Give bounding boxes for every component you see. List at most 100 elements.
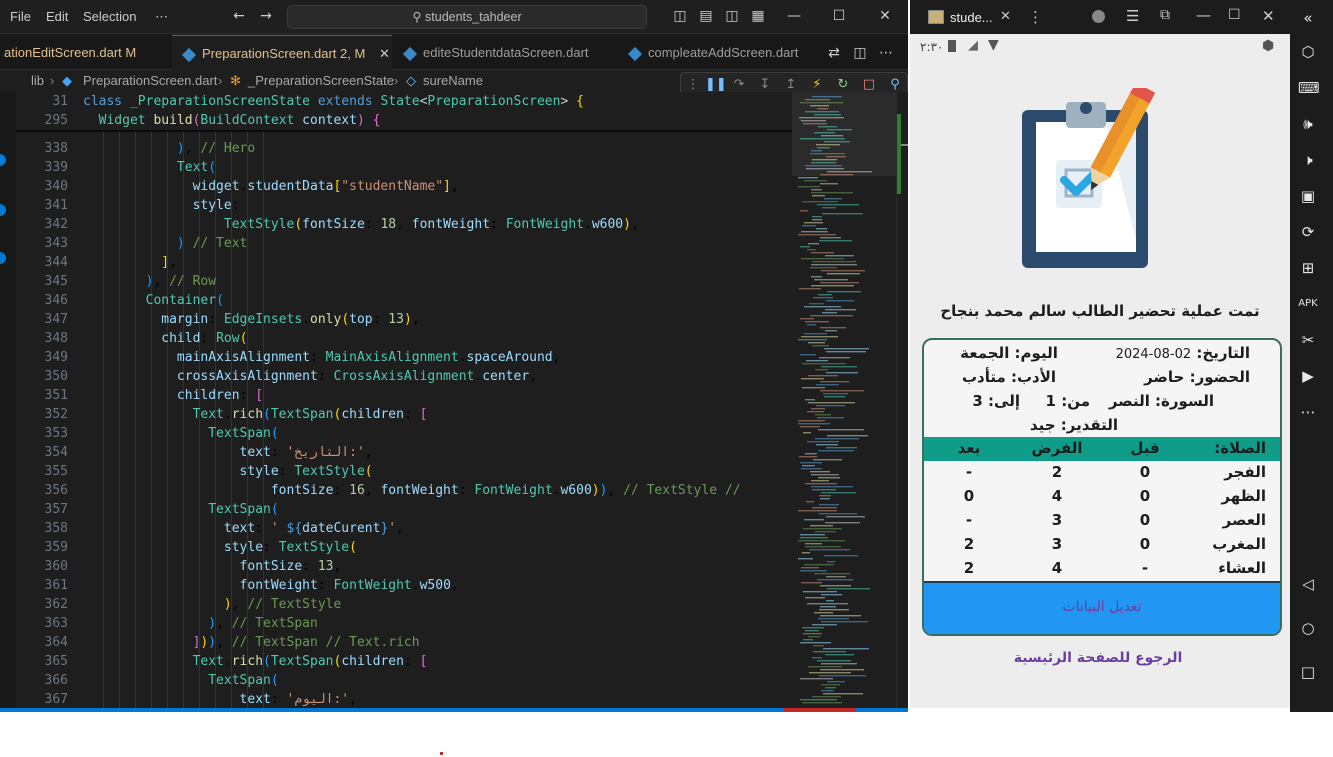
forward-arrow-icon[interactable]: → (258, 8, 274, 24)
search-icon: ⚲ (412, 10, 422, 24)
hamburger-menu-icon[interactable]: ☰ (1126, 7, 1139, 25)
inspect-widget-icon[interactable]: ⚲ (887, 77, 903, 93)
add-screen-icon[interactable]: ⊞ (1298, 258, 1318, 278)
code-line[interactable]: 356 fontSize: 16, fontWeight: FontWeight… (16, 481, 792, 500)
code-line[interactable]: 353 TextSpan( (16, 424, 792, 443)
code-line[interactable]: 341 style: (16, 196, 792, 215)
close-tab-icon[interactable]: ✕ (1000, 9, 1011, 24)
code-line[interactable]: 360 fontSize: 13, (16, 557, 792, 576)
media-icon[interactable]: ▶ (1298, 366, 1318, 386)
recents-nav-icon[interactable]: □ (1298, 662, 1318, 682)
maximize-icon[interactable]: ☐ (831, 8, 847, 24)
more-options-icon[interactable]: ⋯ (1298, 402, 1318, 422)
scissors-icon[interactable]: ✂ (1298, 330, 1318, 350)
code-line[interactable]: 345 ), // Row (16, 272, 792, 291)
tab-compleate-add-screen[interactable]: compleateAddScreen.dart (618, 35, 818, 70)
toggle-primary-sidebar-icon[interactable]: ◫ (672, 8, 688, 24)
back-arrow-icon[interactable]: ← (231, 8, 247, 24)
volume-down-icon[interactable]: 🕨 (1298, 150, 1318, 170)
close-tab-icon[interactable]: ✕ (379, 46, 390, 61)
code-line[interactable]: 358 text: ' ${dateCurent}', (16, 519, 792, 538)
minimap[interactable] (792, 92, 896, 708)
compare-changes-icon[interactable]: ⇄ (826, 45, 842, 61)
after-count: - (965, 463, 973, 481)
menu-selection[interactable]: Selection (83, 9, 136, 24)
breadcrumb-class[interactable]: _PreparationScreenState (248, 70, 394, 92)
code-line[interactable]: 355 style: TextStyle( (16, 462, 792, 481)
code-line[interactable]: 362 ), // TextStyle (16, 595, 792, 614)
breadcrumb-symbol[interactable]: sureName (423, 70, 483, 92)
code-line[interactable]: 338 ), // Hero (16, 139, 792, 158)
apk-install-icon[interactable]: APK (1298, 294, 1318, 314)
tab-edit-screen[interactable]: ationEditScreen.dart M (0, 35, 172, 70)
volume-up-icon[interactable]: 🕪 (1298, 114, 1318, 134)
keyboard-icon[interactable]: ⌨ (1298, 78, 1320, 98)
sticky-scroll-line[interactable]: 295 Widget build(BuildContext context) { (16, 111, 792, 130)
restart-icon[interactable]: ↻ (835, 77, 851, 93)
menu-file[interactable]: File (10, 9, 31, 24)
home-nav-icon[interactable]: ○ (1298, 618, 1318, 638)
code-line[interactable]: 367 text: 'اليوم:', (16, 690, 792, 708)
toggle-panel-icon[interactable]: ▤ (698, 8, 714, 24)
code-line[interactable]: 344 ], (16, 253, 792, 272)
emulator-tab-title[interactable]: stude... (950, 10, 993, 25)
code-line[interactable]: 346 Container( (16, 291, 792, 310)
hot-reload-icon[interactable]: ⚡ (809, 77, 825, 93)
pause-icon[interactable]: ❚❚ (705, 77, 727, 93)
step-over-icon[interactable]: ↷ (731, 77, 747, 93)
close-icon[interactable]: ✕ (1262, 7, 1275, 25)
split-editor-icon[interactable]: ◫ (852, 45, 868, 61)
collapse-sidebar-icon[interactable]: « (1298, 8, 1318, 28)
code-editor[interactable]: 338 ), // Hero 339 Text(340 widget.studen… (16, 92, 792, 708)
account-icon[interactable] (1092, 10, 1105, 23)
tab-preparation-screen[interactable]: PreparationScreen.dart 2, M ✕ (172, 35, 392, 71)
tab-edite-student-data[interactable]: editeStudentdataScreen.dart (393, 35, 617, 70)
editor-scrollbar[interactable] (896, 92, 908, 708)
settings-hex-icon[interactable]: ⬡ (1298, 42, 1318, 62)
code-line[interactable]: 366 TextSpan( (16, 671, 792, 690)
code-line[interactable]: 354 text: 'التاريخ:', (16, 443, 792, 462)
code-line[interactable]: 352 Text.rich(TextSpan(children: [ (16, 405, 792, 424)
code-line[interactable]: 350 crossAxisAlignment: CrossAxisAlignme… (16, 367, 792, 386)
editor-tab-bar: ationEditScreen.dart M PreparationScreen… (0, 35, 908, 71)
close-icon[interactable]: ✕ (877, 8, 893, 24)
sticky-scroll-line[interactable]: 31 class _PreparationScreenState extends … (16, 92, 792, 111)
menu-edit[interactable]: Edit (46, 9, 68, 24)
code-line[interactable]: 339 Text( (16, 158, 792, 177)
minimize-icon[interactable]: — (786, 8, 802, 24)
edit-data-button[interactable]: تعديل البيانات (924, 581, 1280, 634)
menu-more[interactable]: ⋯ (155, 9, 168, 25)
minimize-icon[interactable]: — (1196, 6, 1211, 24)
code-line[interactable]: 363 ), // TextSpan (16, 614, 792, 633)
breadcrumb-lib[interactable]: lib (31, 70, 44, 92)
code-line[interactable]: 347 margin: EdgeInsets.only(top: 13), (16, 310, 792, 329)
popout-icon[interactable]: ⧉ (1160, 7, 1170, 23)
line-number: 31 (52, 94, 68, 109)
code-line[interactable]: 357 TextSpan( (16, 500, 792, 519)
back-nav-icon[interactable]: ◁ (1298, 574, 1318, 594)
code-line[interactable]: 340 widget.studentData["studentName"], (16, 177, 792, 196)
stop-icon[interactable]: □ (861, 77, 877, 93)
maximize-icon[interactable]: ☐ (1228, 7, 1241, 23)
customize-layout-icon[interactable]: ▦ (750, 8, 766, 24)
code-line[interactable]: 364 ])), // TextSpan // Text.rich (16, 633, 792, 652)
code-line[interactable]: 361 fontWeight: FontWeight.w500, (16, 576, 792, 595)
command-center-search[interactable]: ⚲ students_tahdeer (287, 5, 647, 29)
code-line[interactable]: 365 Text.rich(TextSpan(children: [ (16, 652, 792, 671)
back-to-home-link[interactable]: الرجوع للصفحة الرئيسية (920, 650, 1276, 666)
code-line[interactable]: 351 children: [ (16, 386, 792, 405)
code-line[interactable]: 342 TextStyle(fontSize: 18, fontWeight: … (16, 215, 792, 234)
rotate-icon[interactable]: ⟳ (1298, 222, 1318, 242)
screenshot-frame-icon[interactable]: ▣ (1298, 186, 1318, 206)
breadcrumb-file[interactable]: PreparationScreen.dart (83, 70, 217, 92)
more-actions-icon[interactable]: ⋯ (878, 45, 894, 61)
code-line[interactable]: 348 child: Row( (16, 329, 792, 348)
toggle-secondary-sidebar-icon[interactable]: ◫ (724, 8, 740, 24)
drag-handle-icon[interactable]: ⋮ (685, 77, 701, 93)
step-into-icon[interactable]: ↧ (757, 77, 773, 93)
code-line[interactable]: 349 mainAxisAlignment: MainAxisAlignment… (16, 348, 792, 367)
step-out-icon[interactable]: ↥ (783, 77, 799, 93)
code-line[interactable]: 359 style: TextStyle( (16, 538, 792, 557)
code-line[interactable]: 343 ) // Text (16, 234, 792, 253)
more-vert-icon[interactable]: ⋮ (1028, 8, 1043, 26)
